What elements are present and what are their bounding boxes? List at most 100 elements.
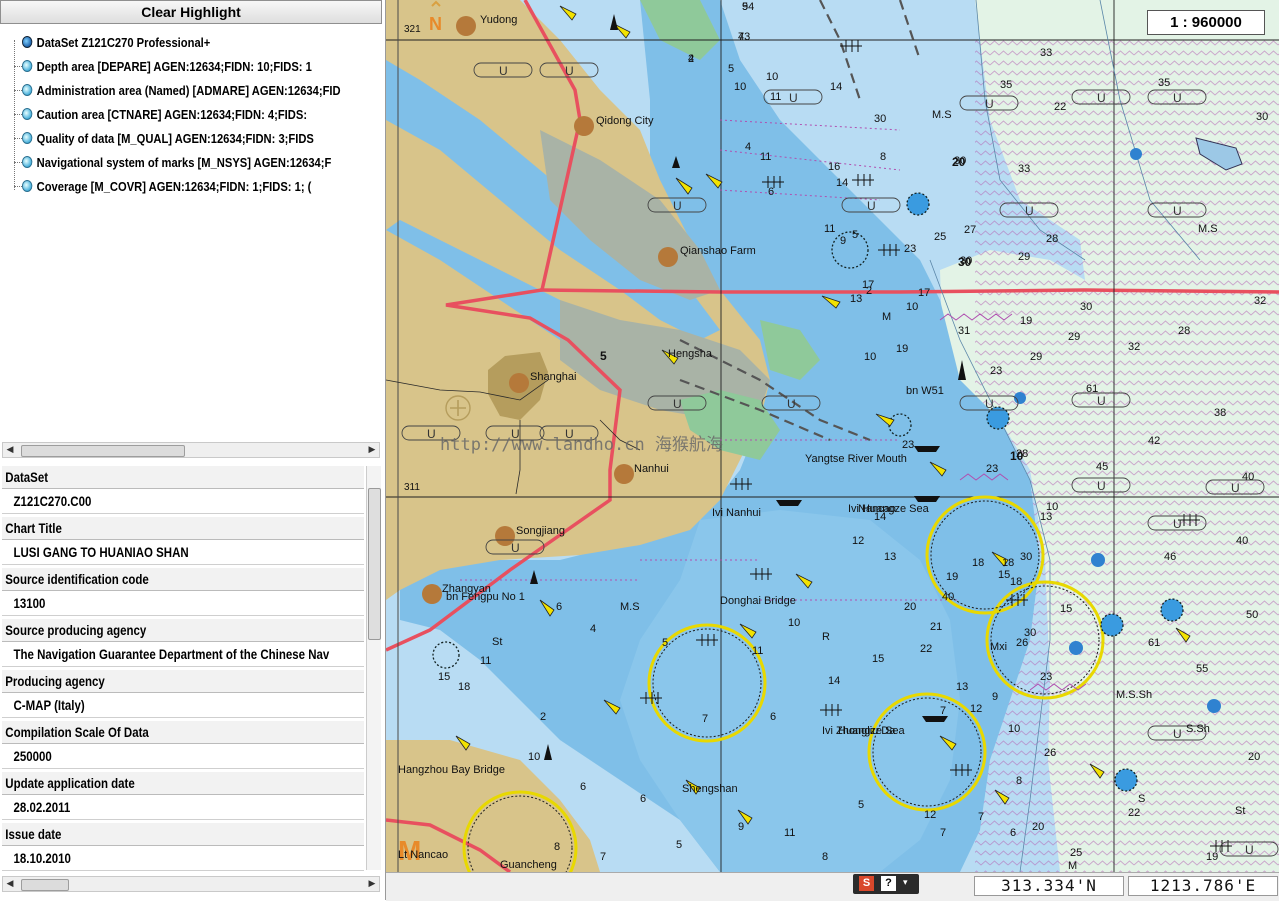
tree-item-quality-of-data[interactable]: Quality of data [M_QUAL] AGEN:12634;FIDN… — [22, 128, 314, 150]
chart-canvas[interactable]: U UU U UU U U UUU UUU U UU UUUUUU N M YudongQidong… — [386, 0, 1279, 872]
depth-sounding: 33 — [1018, 163, 1030, 175]
scrollbar-thumb[interactable] — [21, 445, 185, 457]
depth-sounding: 16 — [828, 161, 840, 173]
depth-sounding: 13 — [956, 681, 968, 693]
input-method-icon[interactable]: S — [859, 876, 874, 891]
scroll-left-icon[interactable]: ◀ — [3, 443, 17, 457]
sea-zone-label: U — [673, 397, 682, 411]
tree-item-depth-area[interactable]: Depth area [DEPARE] AGEN:12634;FIDN: 10;… — [22, 56, 312, 78]
depth-sounding: 46 — [1164, 551, 1176, 563]
sea-zone-label: U — [985, 397, 994, 411]
chart-label: M — [1068, 860, 1077, 872]
watermark-text: http://www.landho.cn 海猴航海 — [440, 435, 723, 455]
properties-panel: DataSet Z121C270.C00 Chart Title LUSI GA… — [0, 464, 382, 876]
contour-label: 10 — [1010, 449, 1024, 463]
layer-icon — [22, 60, 33, 72]
chart-label: S.Sh — [1186, 723, 1210, 735]
scroll-left-icon[interactable]: ◀ — [3, 877, 17, 891]
depth-sounding: 8 — [822, 851, 828, 863]
depth-sounding: 4 — [590, 623, 596, 635]
depth-sounding: 18 — [458, 681, 470, 693]
nautical-chart-view[interactable]: UUUUUUUUUUUUUUUUUUUUUUU N M Yudong Qidong… — [386, 0, 1279, 872]
tree-connector — [14, 138, 22, 139]
depth-sounding: 22 — [920, 643, 932, 655]
chart-label: St — [492, 636, 502, 648]
depth-sounding: 11 — [824, 223, 835, 235]
tree-item-dataset[interactable]: DataSet Z121C270 Professional+ — [22, 32, 210, 54]
depth-sounding: 15 — [1060, 603, 1072, 615]
depth-sounding: 6 — [1010, 827, 1016, 839]
depth-sounding: 45 — [1096, 461, 1108, 473]
contour-label: 30 — [958, 255, 972, 269]
property-label: DataSet — [2, 466, 364, 489]
properties-horizontal-scrollbar[interactable]: ◀ ▶ — [2, 876, 380, 892]
depth-sounding: 32 — [1128, 341, 1140, 353]
depth-sounding: 10 — [906, 301, 918, 313]
clear-highlight-button[interactable]: Clear Highlight — [0, 0, 382, 24]
chart-label: M.S — [1198, 223, 1218, 235]
tray-menu-icon[interactable]: ▾ — [903, 877, 908, 888]
tree-item-label: Navigational system of marks [M_NSYS] AG… — [36, 155, 332, 170]
tree-item-caution-area[interactable]: Caution area [CTNARE] AGEN:12634;FIDN: 4… — [22, 104, 307, 126]
tree-connector — [14, 162, 22, 163]
svg-text:N: N — [429, 14, 442, 34]
sea-zone-label: U — [789, 91, 798, 105]
sea-zone-label: U — [787, 397, 796, 411]
depth-sounding: 7 — [940, 705, 946, 717]
depth-sounding: 35 — [1000, 79, 1012, 91]
depth-sounding: 30 — [1080, 301, 1092, 313]
chart-label: Mxi — [990, 641, 1007, 653]
latitude-readout: 313.334'N — [974, 876, 1124, 896]
chart-label: Ivi Huangze Sea — [848, 503, 930, 515]
depth-sounding: 12 — [970, 703, 982, 715]
property-value: 28.02.2011 — [2, 795, 364, 820]
depth-sounding: 35 — [1158, 77, 1170, 89]
tree-item-label: Caution area [CTNARE] AGEN:12634;FIDN: 4… — [36, 107, 308, 122]
depth-sounding: 43 — [738, 31, 750, 43]
place-name-label: Shanghai — [530, 371, 577, 383]
place-name-label: Qidong City — [596, 115, 654, 127]
tree-item-coverage[interactable]: Coverage [M_COVR] AGEN:12634;FIDN: 1;FID… — [22, 176, 311, 198]
place-name-label: Shengshan — [682, 783, 738, 795]
scrollbar-thumb[interactable] — [368, 488, 381, 640]
depth-sounding: 10 — [1008, 723, 1020, 735]
depth-sounding: 9 — [840, 235, 846, 247]
tree-item-navigational-system[interactable]: Navigational system of marks [M_NSYS] AG… — [22, 152, 331, 174]
depth-sounding: 26 — [1044, 747, 1056, 759]
chart-label: M.S.Sh — [1116, 689, 1152, 701]
place-name-label: Hengsha — [668, 348, 713, 360]
depth-sounding: 15 — [872, 653, 884, 665]
chart-label: Ivi Nanhui — [712, 507, 761, 519]
depth-sounding: 10 — [528, 751, 540, 763]
property-value: LUSI GANG TO HUANIAO SHAN — [2, 540, 364, 565]
property-value: 18.10.2010 — [2, 846, 364, 871]
tree-connector — [14, 90, 22, 91]
help-icon[interactable]: ? — [881, 876, 896, 891]
scroll-right-icon[interactable]: ▶ — [365, 443, 379, 457]
sea-zone-label: U — [1173, 517, 1182, 531]
depth-sounding: 7 — [978, 811, 984, 823]
depth-sounding: 9 — [992, 691, 998, 703]
sea-zone-label: U — [565, 64, 574, 78]
tree-item-administration-area[interactable]: Administration area (Named) [ADMARE] AGE… — [22, 80, 341, 102]
place-name-label: Qianshao Farm — [680, 245, 756, 257]
depth-sounding: 23 — [986, 463, 998, 475]
depth-sounding: 11 — [784, 827, 795, 839]
depth-sounding: 30 — [1024, 627, 1036, 639]
layer-icon — [22, 180, 33, 192]
scroll-right-icon[interactable]: ▶ — [365, 877, 379, 891]
depth-sounding: 18 — [1010, 576, 1022, 588]
tree-item-label: Depth area [DEPARE] AGEN:12634;FIDN: 10;… — [36, 59, 312, 74]
properties-vertical-scrollbar[interactable] — [366, 466, 381, 870]
place-name-label: Hangzhou Bay Bridge — [398, 764, 505, 776]
globe-icon — [22, 36, 33, 48]
depth-sounding: 28 — [1046, 233, 1058, 245]
latitude-grid-label: 321 — [404, 24, 421, 35]
sea-zone-label: U — [1245, 843, 1254, 857]
depth-sounding: 8 — [1016, 775, 1022, 787]
tree-horizontal-scrollbar[interactable]: ◀ ▶ — [2, 442, 380, 458]
scrollbar-thumb[interactable] — [21, 879, 69, 891]
property-label: Compilation Scale Of Data — [2, 721, 364, 744]
depth-sounding: 14 — [830, 81, 842, 93]
tree-connector — [14, 66, 22, 67]
